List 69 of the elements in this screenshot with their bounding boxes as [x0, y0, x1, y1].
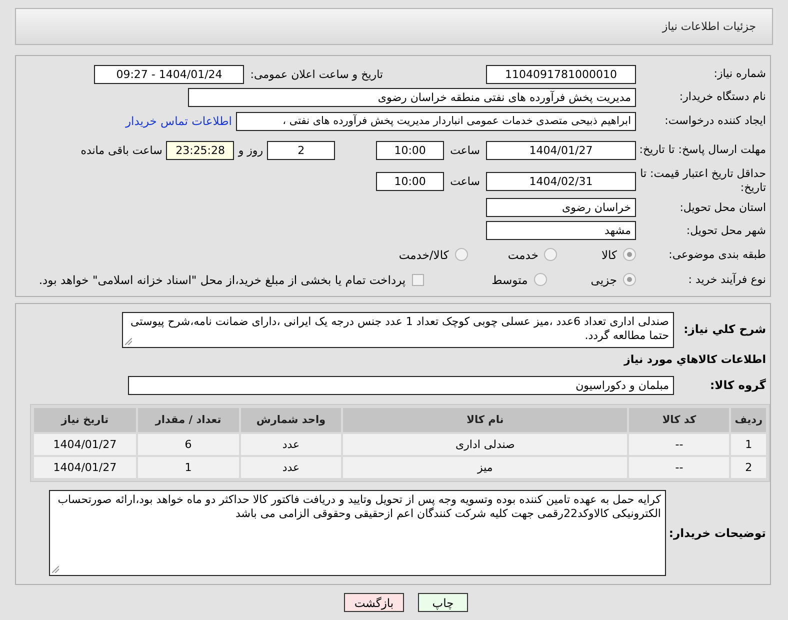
- column-header: ردیف: [731, 408, 766, 432]
- field-label: شماره نیاز:: [712, 67, 767, 81]
- buyer-notes-box: کرایه حمل به عهده تامین کننده بوده وتسویه وجه پس از تحویل وتایید و دریافت فاکتور کالا حداکثر دو ماه خواهد بود،ارائه صورتحساب الکترونیکی کالاوکد22رقمی جهت کلیه شرکت کنندگان اعم ازحقیقی وحقوقی الزامی می باشد: [49, 490, 666, 576]
- days-field: 2: [267, 140, 336, 160]
- announce-date-field: 1404/01/24 - 09:27: [94, 64, 244, 84]
- countdown-field: 23:25:28: [166, 140, 234, 160]
- goods-group-field: مبلمان و دکوراسیون: [128, 376, 674, 394]
- deadline-time-field: 10:00: [376, 140, 444, 160]
- radio-option[interactable]: کالا: [601, 248, 636, 262]
- resize-grip-icon: [52, 566, 59, 573]
- table-cell: 2: [731, 457, 766, 478]
- print-button[interactable]: چاپ: [418, 593, 468, 612]
- radio-option[interactable]: کالا/خدمت: [398, 248, 468, 262]
- requester-field: ابراهیم ذبیحی متصدی خدمات عمومی انباردار مدیریت پخش فرآورده های نفتی ،: [236, 112, 636, 130]
- field-label: استان محل تحویل:: [678, 200, 767, 214]
- table-cell: عدد: [240, 457, 342, 478]
- field-label: تاریخ و ساعت اعلان عمومی:: [250, 68, 383, 80]
- section-heading: اطلاعات كالاهاي مورد نياز: [624, 352, 766, 366]
- radio-icon[interactable]: [544, 248, 558, 261]
- back-button[interactable]: بازگشت: [344, 593, 404, 612]
- table-cell: 1404/01/27: [34, 457, 136, 478]
- table-cell: صندلی اداری: [343, 434, 628, 455]
- field-label: ایجاد کننده درخواست:: [664, 114, 767, 128]
- field-label: ساعت: [450, 174, 480, 188]
- table-cell: --: [629, 434, 730, 455]
- table-cell: 1: [138, 457, 239, 478]
- column-header: تاریخ نیاز: [34, 408, 136, 432]
- deadline-date-field: 1404/01/27: [486, 140, 636, 160]
- table-cell: 1: [731, 434, 766, 455]
- table-cell: 1404/01/27: [34, 434, 136, 455]
- radio-option[interactable]: متوسط: [492, 272, 547, 286]
- field-label: مهلت ارسال پاسخ: تا تاریخ:: [638, 143, 767, 157]
- buyer-org-field: مدیریت پخش فرآورده های نفتی منطقه خراسان رضوی: [188, 88, 636, 106]
- table-cell: عدد: [240, 434, 342, 455]
- field-label: نوع فرآیند خرید :: [687, 272, 767, 286]
- validity-date-field: 1404/02/31: [486, 172, 636, 190]
- radio-option[interactable]: خدمت: [508, 248, 558, 262]
- radio-icon[interactable]: [623, 273, 636, 286]
- radio-option[interactable]: جزیی: [590, 272, 636, 286]
- table-cell: 6: [138, 434, 239, 455]
- page-title: جزئیات اطلاعات نیاز: [662, 20, 756, 33]
- radio-icon[interactable]: [454, 248, 468, 261]
- validity-time-field: 10:00: [376, 172, 444, 190]
- province-field: خراسان رضوی: [486, 198, 636, 217]
- description-box: صندلی اداری تعداد 6عدد ،میز عسلی چوبی کوچک تعداد 1 عدد جنس درجه یک ایرانی ،دارای ضمانت نامه،شرح پیوستی حتما مطالعه گردد.: [122, 312, 674, 348]
- radio-icon[interactable]: [534, 273, 547, 286]
- column-header: نام کالا: [343, 408, 628, 432]
- column-header: تعداد / مقدار: [138, 408, 239, 432]
- city-field: مشهد: [486, 221, 636, 240]
- field-label: ساعت: [450, 144, 480, 156]
- field-label: طبقه بندی موضوعی:: [668, 248, 767, 262]
- contact-link[interactable]: اطلاعات تماس خریدار: [125, 114, 232, 128]
- field-label: شرح كلي نياز:: [682, 321, 767, 336]
- field-label: شهر محل تحویل:: [685, 224, 767, 238]
- field-label: حداقل تاریخ اعتبار قیمت: تا تاریخ:: [639, 167, 767, 195]
- field-label: توضیحات خریدار:: [668, 526, 767, 540]
- resize-grip-icon: [125, 338, 132, 345]
- checkbox-option[interactable]: پرداخت تمام یا بخشی از مبلغ خرید،از محل "اسناد خزانه اسلامی" خواهد بود.: [38, 272, 424, 286]
- table-cell: --: [629, 457, 730, 478]
- table-cell: میز: [343, 457, 628, 478]
- field-label: نام دستگاه خریدار:: [678, 90, 767, 104]
- column-header: واحد شمارش: [240, 408, 342, 432]
- column-header: کد کالا: [629, 408, 730, 432]
- field-label: ساعت باقی مانده: [80, 144, 162, 156]
- need-number-field: 1104091781000010: [486, 64, 636, 84]
- field-label: گروه کالا:: [709, 378, 767, 392]
- radio-icon[interactable]: [623, 248, 636, 261]
- field-label: روز و: [238, 144, 264, 156]
- checkbox[interactable]: [412, 274, 424, 286]
